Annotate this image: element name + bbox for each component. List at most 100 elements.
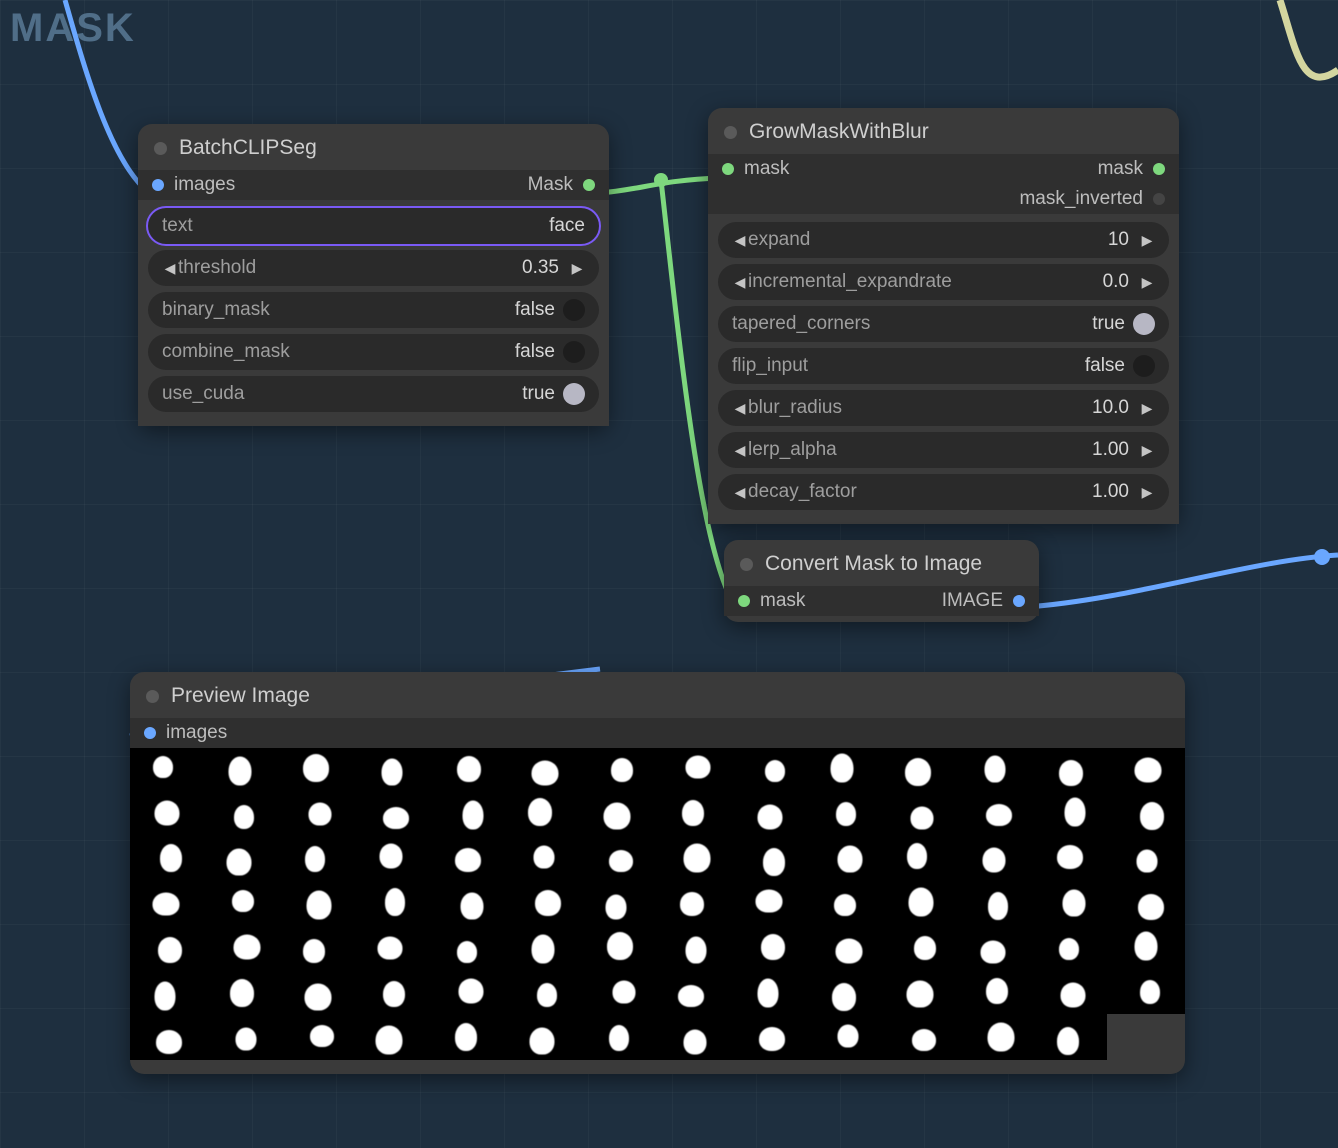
chevron-left-icon[interactable]: ◀ — [732, 232, 748, 249]
input-port-label: mask — [744, 158, 789, 180]
output-port-dot[interactable] — [583, 179, 595, 191]
chevron-right-icon[interactable]: ▶ — [1139, 274, 1155, 291]
mask-thumbnail — [884, 927, 958, 971]
chevron-left-icon[interactable]: ◀ — [732, 400, 748, 417]
mask-thumbnail — [356, 748, 430, 792]
chevron-left-icon[interactable]: ◀ — [732, 274, 748, 291]
chevron-right-icon[interactable]: ▶ — [569, 260, 585, 277]
toggle-knob-icon[interactable] — [563, 341, 585, 363]
chevron-right-icon[interactable]: ▶ — [1139, 484, 1155, 501]
mask-thumbnail — [809, 838, 883, 882]
mask-thumbnail — [1111, 927, 1185, 971]
mask-thumbnail — [205, 748, 279, 792]
output-port-dot[interactable] — [1153, 163, 1165, 175]
node-header[interactable]: GrowMaskWithBlur — [708, 108, 1179, 154]
preview-image-grid — [130, 748, 1185, 1060]
widget-value: 0.0 — [1103, 271, 1129, 293]
chevron-left-icon[interactable]: ◀ — [162, 260, 178, 277]
mask-thumbnail — [960, 972, 1034, 1016]
expand-stepper[interactable]: ◀ expand 10 ▶ — [718, 222, 1169, 258]
mask-thumbnail — [1111, 793, 1185, 837]
chevron-right-icon[interactable]: ▶ — [1139, 442, 1155, 459]
use-cuda-toggle[interactable]: use_cuda true — [148, 376, 599, 412]
toggle-knob-icon[interactable] — [1133, 313, 1155, 335]
chevron-right-icon[interactable]: ▶ — [1139, 232, 1155, 249]
mask-thumbnail — [960, 793, 1034, 837]
node-header[interactable]: BatchCLIPSeg — [138, 124, 609, 170]
widget-label: use_cuda — [162, 383, 244, 405]
output-port-dot[interactable] — [1013, 595, 1025, 607]
mask-thumbnail — [205, 927, 279, 971]
blur-radius-stepper[interactable]: ◀ blur_radius 10.0 ▶ — [718, 390, 1169, 426]
mask-thumbnail — [130, 748, 204, 792]
input-port-label: mask — [760, 590, 805, 612]
combine-mask-toggle[interactable]: combine_mask false — [148, 334, 599, 370]
chevron-right-icon[interactable]: ▶ — [1139, 400, 1155, 417]
ports-row: mask_inverted — [708, 184, 1179, 214]
mask-thumbnail — [507, 972, 581, 1016]
binary-mask-toggle[interactable]: binary_mask false — [148, 292, 599, 328]
toggle-knob-icon[interactable] — [563, 299, 585, 321]
toggle-knob-icon[interactable] — [563, 383, 585, 405]
chevron-left-icon[interactable]: ◀ — [732, 442, 748, 459]
input-port-dot[interactable] — [738, 595, 750, 607]
resize-handle[interactable] — [1107, 1014, 1185, 1060]
mask-thumbnail — [130, 972, 204, 1016]
mask-thumbnail — [507, 927, 581, 971]
mask-thumbnail — [356, 793, 430, 837]
mask-thumbnail — [432, 1017, 506, 1061]
text-input[interactable]: text face — [148, 208, 599, 244]
mask-thumbnail — [884, 1017, 958, 1061]
mask-thumbnail — [356, 1017, 430, 1061]
mask-thumbnail — [733, 838, 807, 882]
node-header[interactable]: Convert Mask to Image — [724, 540, 1039, 586]
flip-input-toggle[interactable]: flip_input false — [718, 348, 1169, 384]
mask-thumbnail — [583, 1017, 657, 1061]
widget-label: threshold — [178, 257, 256, 279]
chevron-left-icon[interactable]: ◀ — [732, 484, 748, 501]
mask-thumbnail — [658, 838, 732, 882]
widget-label: text — [162, 215, 193, 237]
collapse-dot-icon[interactable] — [724, 126, 737, 139]
mask-thumbnail — [658, 793, 732, 837]
input-port-dot[interactable] — [144, 727, 156, 739]
widget-label: incremental_expandrate — [748, 271, 952, 293]
mask-thumbnail — [356, 927, 430, 971]
input-port-label: images — [166, 722, 227, 744]
tapered-corners-toggle[interactable]: tapered_corners true — [718, 306, 1169, 342]
node-preview-image[interactable]: Preview Image images — [130, 672, 1185, 1074]
mask-thumbnail — [432, 838, 506, 882]
incremental-expandrate-stepper[interactable]: ◀ incremental_expandrate 0.0 ▶ — [718, 264, 1169, 300]
collapse-dot-icon[interactable] — [154, 142, 167, 155]
mask-thumbnail — [884, 972, 958, 1016]
input-port-dot[interactable] — [722, 163, 734, 175]
output-port-label: Mask — [528, 174, 573, 196]
lerp-alpha-stepper[interactable]: ◀ lerp_alpha 1.00 ▶ — [718, 432, 1169, 468]
mask-thumbnail — [205, 1017, 279, 1061]
widget-label: flip_input — [732, 355, 808, 377]
node-batchclipseg[interactable]: BatchCLIPSeg images Mask text face ◀ thr… — [138, 124, 609, 426]
mask-thumbnail — [809, 793, 883, 837]
toggle-knob-icon[interactable] — [1133, 355, 1155, 377]
mask-thumbnail — [960, 882, 1034, 926]
mask-thumbnail — [281, 748, 355, 792]
node-growmaskwithblur[interactable]: GrowMaskWithBlur mask mask mask_inverted… — [708, 108, 1179, 524]
mask-thumbnail — [733, 972, 807, 1016]
mask-thumbnail — [432, 972, 506, 1016]
mask-thumbnail — [432, 927, 506, 971]
output-port-dot[interactable] — [1153, 193, 1165, 205]
collapse-dot-icon[interactable] — [146, 690, 159, 703]
input-port-dot[interactable] — [152, 179, 164, 191]
mask-thumbnail — [583, 972, 657, 1016]
node-header[interactable]: Preview Image — [130, 672, 1185, 718]
mask-thumbnail — [1035, 1017, 1109, 1061]
threshold-stepper[interactable]: ◀ threshold 0.35 ▶ — [148, 250, 599, 286]
decay-factor-stepper[interactable]: ◀ decay_factor 1.00 ▶ — [718, 474, 1169, 510]
mask-thumbnail — [507, 882, 581, 926]
mask-thumbnail — [884, 793, 958, 837]
collapse-dot-icon[interactable] — [740, 558, 753, 571]
node-convert-mask-to-image[interactable]: Convert Mask to Image mask IMAGE — [724, 540, 1039, 622]
node-title: BatchCLIPSeg — [179, 136, 317, 160]
output-port-label: mask_inverted — [1019, 188, 1143, 210]
mask-thumbnail — [809, 882, 883, 926]
